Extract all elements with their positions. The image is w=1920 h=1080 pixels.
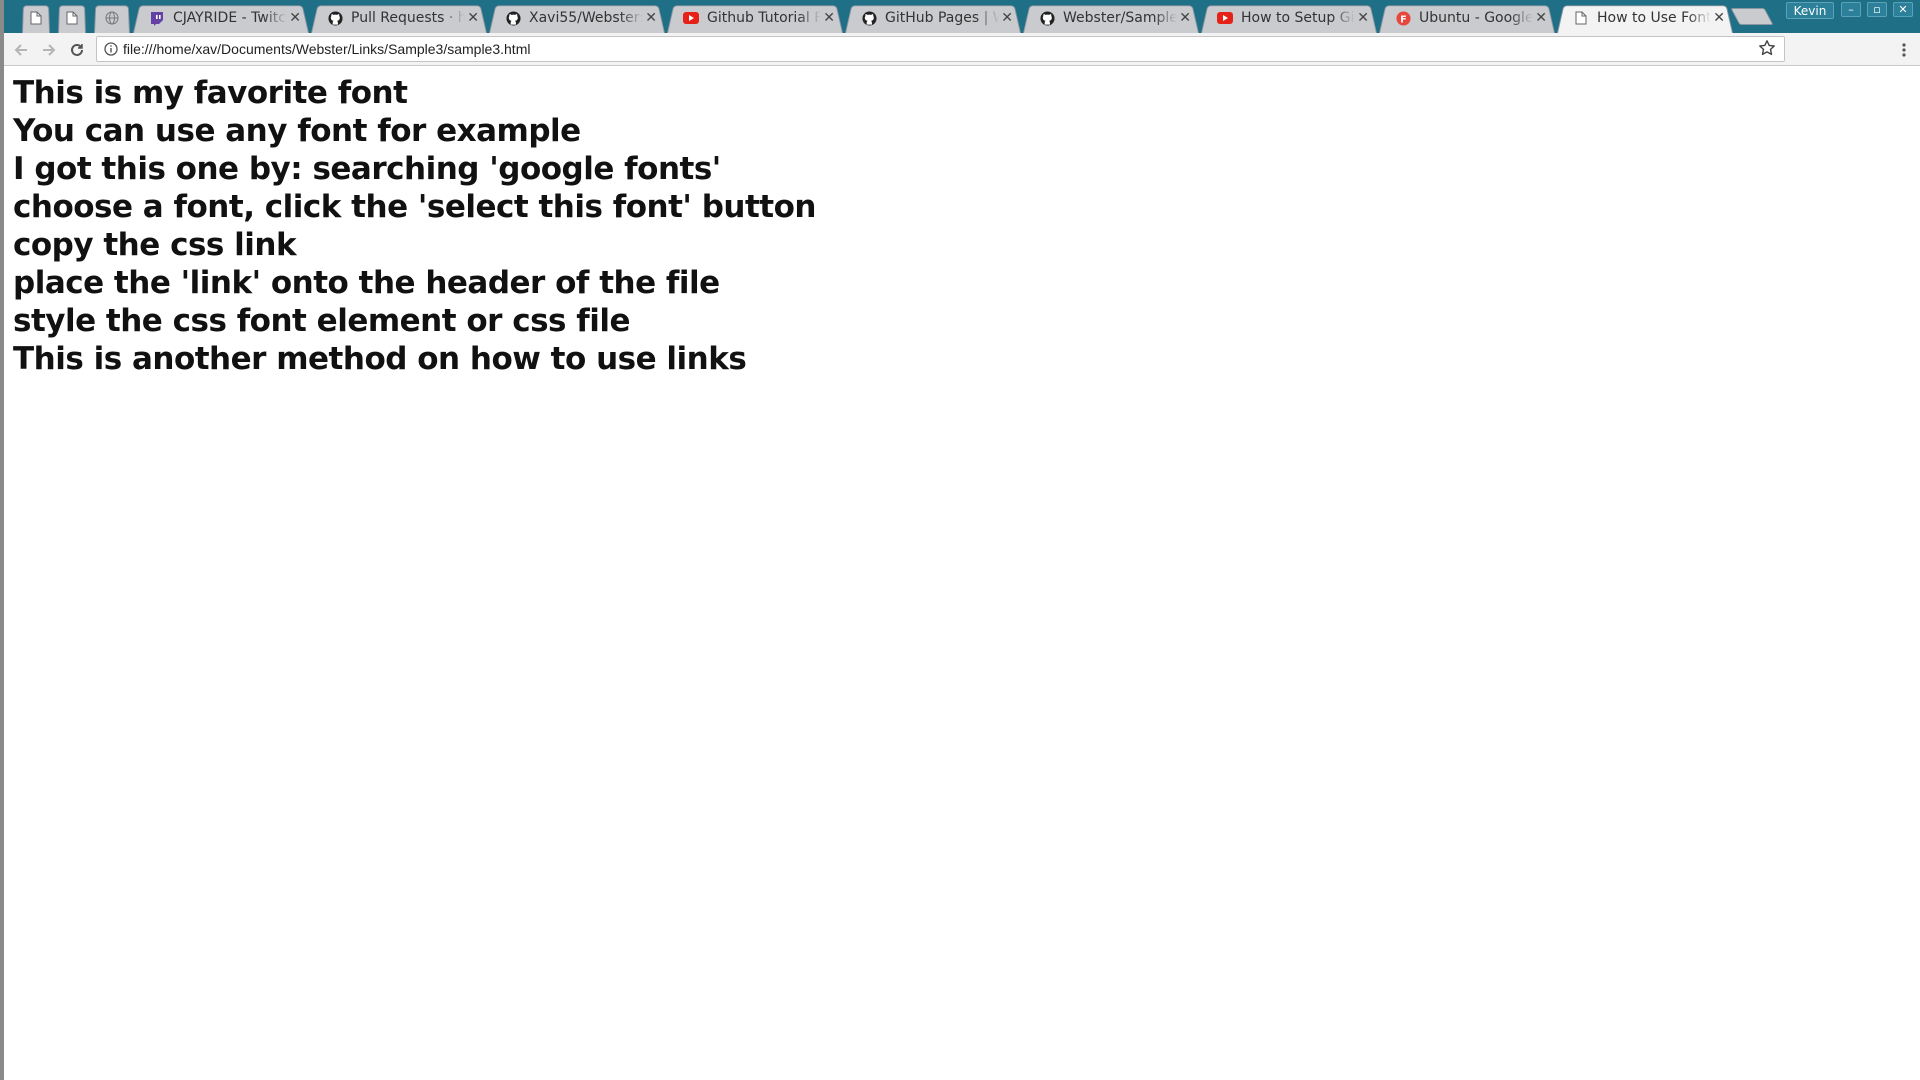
github-icon [861,10,877,26]
svg-text:F: F [1400,14,1406,25]
tab-title: How to Use Fonts [1597,10,1711,26]
page-content: This is my favorite font You can use any… [4,66,1920,1080]
address-bar[interactable]: file:///home/xav/Documents/Webster/Links… [96,36,1785,62]
close-icon[interactable]: ✕ [1179,11,1191,25]
tab-pinned-1[interactable] [22,3,50,33]
content-line: copy the css link [13,227,297,263]
back-arrow-icon [14,44,27,56]
tab-pinned-2[interactable] [58,3,86,33]
new-tab-button[interactable] [1730,8,1774,25]
reload-button[interactable] [65,38,89,62]
page-icon [64,10,80,26]
close-icon[interactable]: ✕ [823,11,835,25]
content-line: choose a font, click the 'select this fo… [13,189,816,225]
tab-title: CJAYRIDE - Twitch [173,10,287,26]
reload-icon [71,43,83,56]
close-icon[interactable]: ✕ [645,11,657,25]
tab-twitch[interactable]: CJAYRIDE - Twitch ✕ [133,3,309,33]
github-icon [1039,10,1055,26]
content-line: This is another method on how to use lin… [13,341,747,377]
tab-google-fonts[interactable]: F Ubuntu - Google Font ✕ [1379,3,1555,33]
tab-title: Pull Requests · hackdo [351,10,465,26]
address-url[interactable]: file:///home/xav/Documents/Webster/Links… [123,41,530,57]
github-icon [505,10,521,26]
window-left-border [0,0,4,1080]
github-icon [327,10,343,26]
forward-arrow-icon [43,44,56,56]
tab-title: GitHub Pages | Websi [885,10,999,26]
page-icon [28,10,44,26]
tab-strip: CJAYRIDE - Twitch ✕ Pull Requests · hack… [0,0,1920,33]
kebab-menu-icon [1902,43,1906,57]
content-line: This is my favorite font [13,75,408,111]
tab-setup-github[interactable]: How to Setup GitHub ✕ [1201,3,1377,33]
info-icon[interactable] [99,37,123,61]
browser-toolbar: file:///home/xav/Documents/Webster/Links… [0,33,1920,66]
content-line: I got this one by: searching 'google fon… [13,151,721,187]
menu-button[interactable] [1892,38,1916,62]
close-window-button[interactable]: ✕ [1893,2,1913,17]
restore-button[interactable]: ▫ [1867,2,1887,17]
close-icon[interactable]: ✕ [1357,11,1369,25]
tab-title: Webster/Sample1.html [1063,10,1177,26]
tab-title: Github Tutorial For B [707,10,821,26]
content-line: You can use any font for example [13,113,581,149]
content-line: style the css font element or css file [13,303,631,339]
content-line: place the 'link' onto the header of the … [13,265,720,301]
tab-github-tutorial[interactable]: Github Tutorial For B ✕ [667,3,843,33]
tab-pull-requests[interactable]: Pull Requests · hackdo ✕ [311,3,487,33]
youtube-icon [683,10,699,26]
close-icon[interactable]: ✕ [289,11,301,25]
back-button[interactable] [9,38,33,62]
youtube-icon [1217,10,1233,26]
bookmark-star-icon[interactable] [1758,39,1776,61]
globe-icon [104,10,120,26]
tab-how-to-use-fonts[interactable]: How to Use Fonts ✕ [1557,3,1733,33]
google-fonts-icon: F [1395,10,1411,26]
profile-button[interactable]: Kevin [1786,2,1834,19]
tab-webster-repo[interactable]: Xavi55/Webster: a ✕ [489,3,665,33]
page-icon [1573,10,1589,26]
tab-webster-sample[interactable]: Webster/Sample1.html ✕ [1023,3,1199,33]
tab-title: How to Setup GitHub [1241,10,1355,26]
close-icon[interactable]: ✕ [1713,11,1725,25]
tab-github-pages[interactable]: GitHub Pages | Websi ✕ [845,3,1021,33]
tab-title: Ubuntu - Google Font [1419,10,1533,26]
tab-title: Xavi55/Webster: a [529,10,643,26]
close-icon[interactable]: ✕ [1535,11,1547,25]
twitch-icon [149,10,165,26]
close-icon[interactable]: ✕ [1001,11,1013,25]
close-icon[interactable]: ✕ [467,11,479,25]
forward-button[interactable] [37,38,61,62]
minimize-button[interactable]: – [1841,2,1861,17]
tab-pinned-3[interactable] [94,3,130,33]
